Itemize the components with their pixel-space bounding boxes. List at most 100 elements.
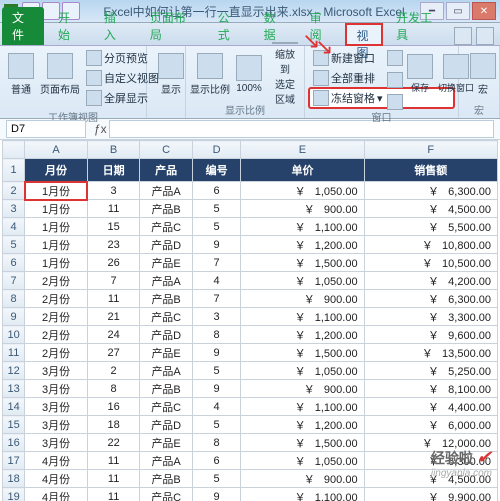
cell[interactable]: ￥ 10,800.00 [364, 236, 497, 254]
row-13[interactable]: 13 [3, 380, 25, 398]
show-button[interactable]: 显示 [151, 48, 191, 100]
row-16[interactable]: 16 [3, 434, 25, 452]
cell[interactable]: ￥ 1,200.00 [241, 326, 364, 344]
cell[interactable]: 8 [87, 380, 140, 398]
cell[interactable]: 2月份 [25, 344, 88, 362]
cell[interactable]: 7 [87, 272, 140, 290]
tab-review[interactable]: 审阅 [300, 7, 342, 45]
tab-layout[interactable]: 页面布局 [140, 7, 204, 45]
zoom-100-button[interactable]: 100% [232, 48, 266, 100]
row-3[interactable]: 3 [3, 200, 25, 218]
cell[interactable]: ￥ 6,000.00 [364, 416, 497, 434]
switch-window-button[interactable]: 切换窗口 [439, 52, 473, 96]
tab-home[interactable]: 开始 [48, 7, 90, 45]
cell[interactable]: 2月份 [25, 272, 88, 290]
cell[interactable]: 4月份 [25, 488, 88, 501]
cell[interactable]: ￥ 900.00 [241, 380, 364, 398]
row-4[interactable]: 4 [3, 218, 25, 236]
tab-insert[interactable]: 插入 [94, 7, 136, 45]
cell[interactable]: 4月份 [25, 452, 88, 470]
cell[interactable]: 产品C [140, 308, 193, 326]
cell[interactable]: ￥ 1,500.00 [241, 254, 364, 272]
row-5[interactable]: 5 [3, 236, 25, 254]
fx-icon[interactable]: ƒx [94, 122, 107, 136]
cell[interactable]: ￥ 1,100.00 [241, 218, 364, 236]
cell[interactable]: 产品C [140, 488, 193, 501]
row-10[interactable]: 10 [3, 326, 25, 344]
cell[interactable]: ￥ 1,100.00 [241, 488, 364, 501]
cell[interactable]: 3月份 [25, 398, 88, 416]
cell[interactable]: 产品E [140, 344, 193, 362]
cell[interactable]: 1月份 [25, 200, 88, 218]
row-2[interactable]: 2 [3, 182, 25, 200]
cell[interactable]: ￥ 1,500.00 [241, 434, 364, 452]
cell[interactable]: ￥ 6,300.00 [364, 182, 497, 200]
col-A[interactable]: A [25, 141, 88, 159]
cell[interactable]: 18 [87, 416, 140, 434]
cell[interactable]: 7 [192, 254, 240, 272]
cell[interactable]: 3月份 [25, 380, 88, 398]
row-15[interactable]: 15 [3, 416, 25, 434]
row-7[interactable]: 7 [3, 272, 25, 290]
cell[interactable]: ￥ 4,500.00 [364, 200, 497, 218]
view-pagelayout-button[interactable]: 页面布局 [40, 48, 80, 100]
cell[interactable]: 11 [87, 488, 140, 501]
cell[interactable]: ￥ 9,900.00 [364, 488, 497, 501]
cell[interactable]: 5 [192, 200, 240, 218]
view-normal-button[interactable]: 普通 [4, 48, 38, 100]
cell[interactable]: 产品D [140, 416, 193, 434]
cell[interactable]: 3月份 [25, 362, 88, 380]
cell[interactable]: 1月份 [25, 182, 88, 200]
cell[interactable]: 产品B [140, 200, 193, 218]
col-B[interactable]: B [87, 141, 140, 159]
cell[interactable]: ￥ 5,500.00 [364, 218, 497, 236]
cell[interactable]: ￥ 900.00 [241, 470, 364, 488]
cell[interactable]: 23 [87, 236, 140, 254]
cell[interactable]: 4 [192, 272, 240, 290]
cell[interactable]: ￥ 3,300.00 [364, 308, 497, 326]
cell[interactable]: 产品A [140, 362, 193, 380]
cell[interactable]: ￥ 900.00 [241, 290, 364, 308]
cell[interactable]: ￥ 1,100.00 [241, 308, 364, 326]
cell[interactable]: 5 [192, 416, 240, 434]
cell[interactable]: 3月份 [25, 434, 88, 452]
close-button[interactable]: ✕ [472, 2, 496, 20]
cell[interactable]: 产品E [140, 254, 193, 272]
tab-formula[interactable]: 公式 [208, 7, 250, 45]
cell[interactable]: 6 [192, 182, 240, 200]
cell[interactable]: ￥ 1,200.00 [241, 416, 364, 434]
row-6[interactable]: 6 [3, 254, 25, 272]
cell[interactable]: ￥ 5,250.00 [364, 362, 497, 380]
cell[interactable]: 2月份 [25, 326, 88, 344]
cell[interactable]: 16 [87, 398, 140, 416]
ribbon-minimize-icon[interactable] [454, 27, 472, 45]
cell[interactable]: ￥ 8,100.00 [364, 380, 497, 398]
cell[interactable]: ￥ 1,500.00 [241, 344, 364, 362]
cell[interactable]: ￥ 4,400.00 [364, 398, 497, 416]
cell[interactable]: 产品A [140, 272, 193, 290]
cell[interactable]: 7 [192, 290, 240, 308]
cell[interactable]: 1月份 [25, 254, 88, 272]
cell[interactable]: 9 [192, 344, 240, 362]
cell[interactable]: 产品D [140, 326, 193, 344]
row-8[interactable]: 8 [3, 290, 25, 308]
cell[interactable]: 产品A [140, 452, 193, 470]
cell[interactable]: 产品A [140, 182, 193, 200]
cell[interactable]: 产品C [140, 398, 193, 416]
zoom-ratio-button[interactable]: 显示比例 [190, 48, 230, 100]
cell[interactable]: 24 [87, 326, 140, 344]
cell[interactable]: ￥ 900.00 [241, 200, 364, 218]
row-19[interactable]: 19 [3, 488, 25, 501]
cell[interactable]: 8 [192, 434, 240, 452]
cell[interactable]: 产品D [140, 236, 193, 254]
cell[interactable]: 产品B [140, 380, 193, 398]
cell[interactable]: 15 [87, 218, 140, 236]
tab-dev[interactable]: 开发工具 [386, 7, 450, 45]
cell[interactable]: 11 [87, 290, 140, 308]
cell[interactable]: 4月份 [25, 470, 88, 488]
cell[interactable]: 11 [87, 470, 140, 488]
row-17[interactable]: 17 [3, 452, 25, 470]
row-14[interactable]: 14 [3, 398, 25, 416]
cell[interactable]: 3 [192, 308, 240, 326]
col-E[interactable]: E [241, 141, 364, 159]
